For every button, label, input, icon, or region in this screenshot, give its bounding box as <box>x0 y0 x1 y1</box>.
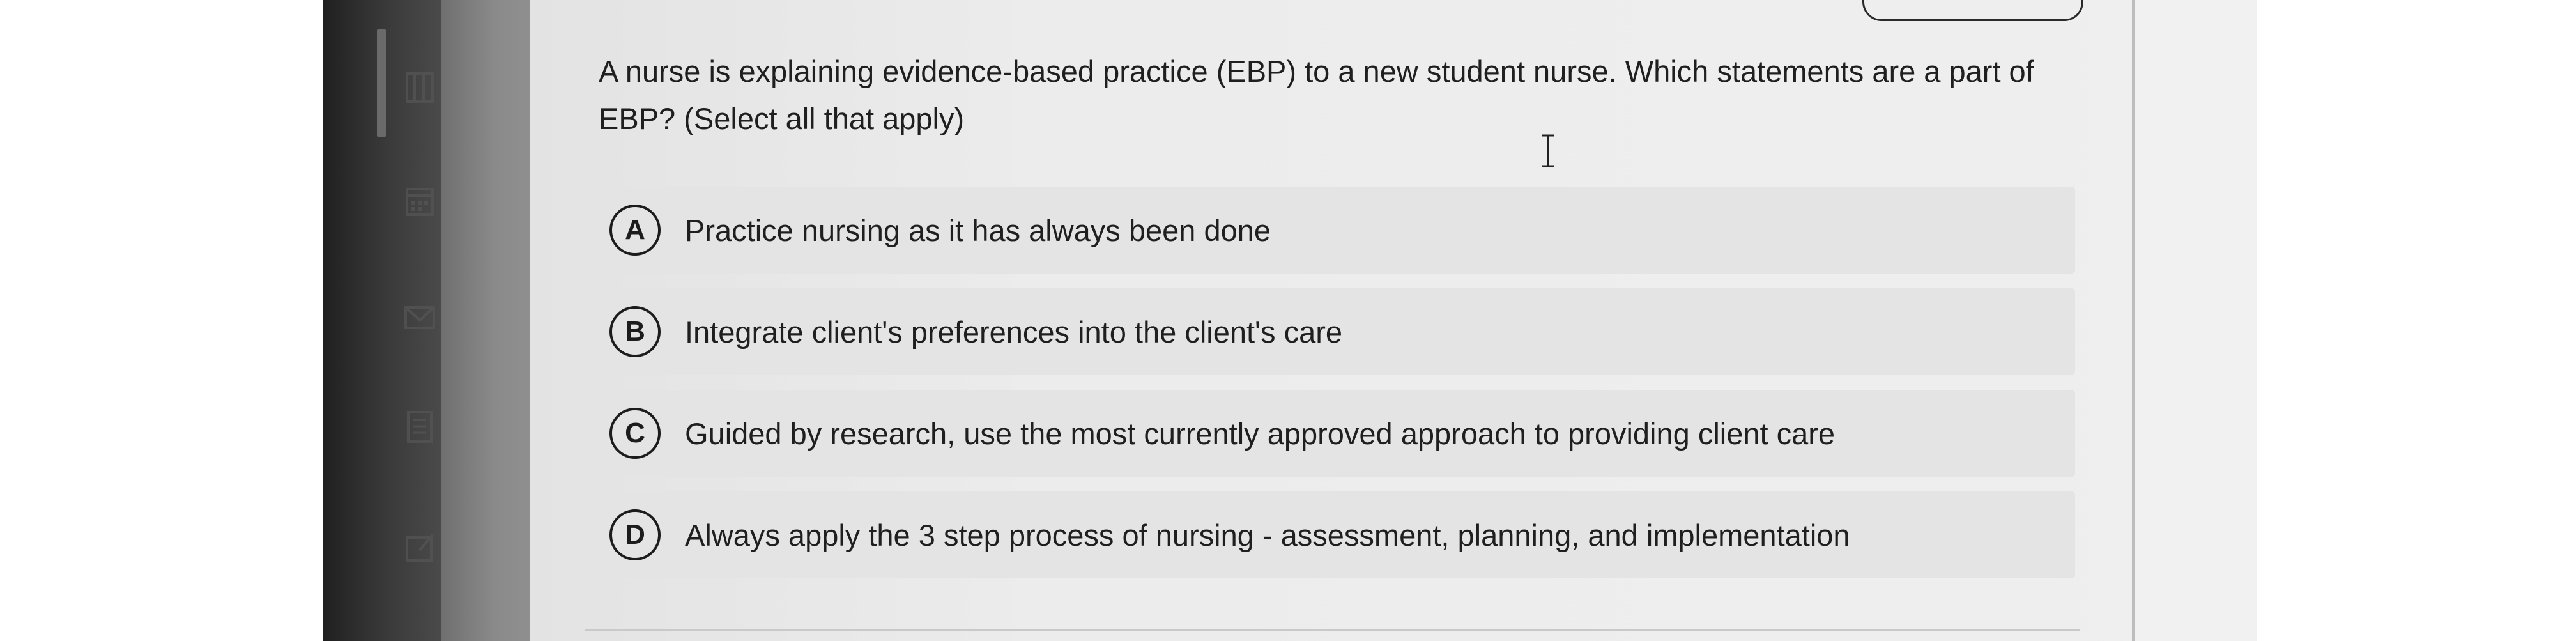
app-sidebar <box>441 0 530 641</box>
top-button[interactable] <box>1862 0 2083 21</box>
option-label: Practice nursing as it has always been d… <box>685 213 1271 247</box>
option-letter-badge: D <box>610 509 661 560</box>
text-cursor-icon <box>1538 133 1558 169</box>
option-b[interactable]: B Integrate client's preferences into th… <box>586 288 2075 375</box>
option-label: Integrate client's preferences into the … <box>685 314 1342 349</box>
calendar-icon[interactable] <box>399 180 440 221</box>
option-label: Always apply the 3 step process of nursi… <box>685 518 1850 552</box>
option-label: Guided by research, use the most current… <box>685 416 1836 451</box>
option-letter-badge: C <box>610 408 661 459</box>
bottom-divider <box>585 629 2080 631</box>
option-letter-badge: A <box>610 205 661 256</box>
option-a[interactable]: A Practice nursing as it has always been… <box>586 187 2075 274</box>
question-text: A nurse is explaining evidence-based pra… <box>599 54 2034 135</box>
right-panel <box>2135 0 2257 641</box>
edit-icon[interactable] <box>399 527 440 568</box>
mail-icon[interactable] <box>399 297 440 338</box>
option-c[interactable]: C Guided by research, use the most curre… <box>586 390 2075 477</box>
notes-icon[interactable] <box>399 406 440 447</box>
option-d[interactable]: D Always apply the 3 step process of nur… <box>586 491 2075 578</box>
option-letter-badge: B <box>610 306 661 357</box>
sidebar-active-indicator <box>377 29 386 137</box>
answer-options: A Practice nursing as it has always been… <box>586 187 2075 593</box>
book-icon[interactable] <box>399 67 440 108</box>
